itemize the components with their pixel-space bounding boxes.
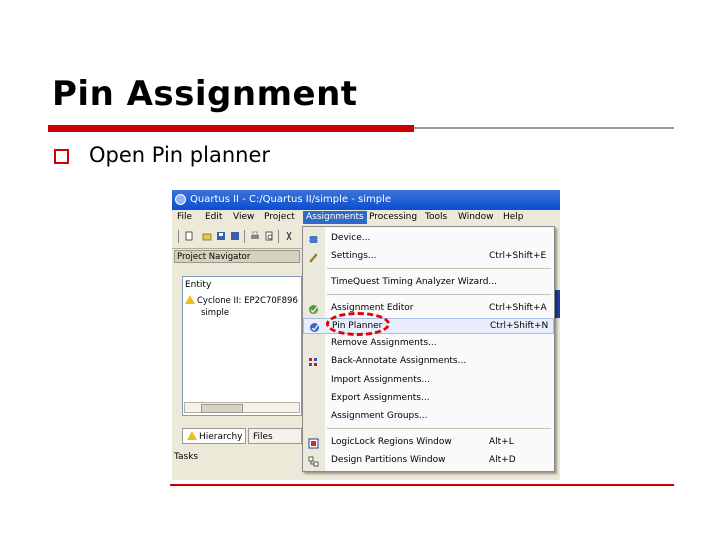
highlight-ellipse-annotation (326, 312, 390, 336)
menu-project[interactable]: Project (264, 212, 295, 222)
menu-file[interactable]: File (177, 212, 192, 222)
menu-bar: File Edit View Project Assignments Proce… (172, 210, 560, 226)
partition-icon (308, 456, 319, 467)
menu-item-label: Design Partitions Window (331, 455, 446, 465)
hierarchy-icon (187, 431, 197, 440)
menu-processing[interactable]: Processing (369, 212, 417, 222)
menu-item-settings[interactable]: Settings... Ctrl+Shift+E (303, 249, 554, 265)
menu-item-label: TimeQuest Timing Analyzer Wizard... (331, 277, 497, 287)
save-all-icon[interactable] (230, 231, 240, 241)
cut-icon[interactable] (284, 231, 294, 241)
navigator-tabs: Hierarchy Files (182, 428, 302, 444)
menu-view[interactable]: View (233, 212, 254, 222)
menu-item-shortcut: Ctrl+Shift+E (489, 251, 547, 261)
menu-item-device[interactable]: Device... (303, 231, 554, 247)
open-folder-icon[interactable] (202, 231, 212, 241)
menu-item-design-partitions[interactable]: Design Partitions Window Alt+D (303, 453, 554, 469)
scrollbar-thumb[interactable] (201, 404, 243, 413)
tree-row-entity[interactable]: simple (201, 308, 229, 318)
assignments-dropdown-menu: Device... Settings... Ctrl+Shift+E TimeQ… (302, 226, 555, 472)
menu-tools[interactable]: Tools (425, 212, 447, 222)
tab-files[interactable]: Files (248, 428, 302, 444)
save-icon[interactable] (216, 231, 226, 241)
slide-title: Pin Assignment (52, 74, 358, 114)
entity-label: simple (201, 308, 230, 318)
title-underline-red (48, 125, 414, 132)
menu-item-label: Remove Assignments... (331, 338, 437, 348)
pencil-icon (309, 253, 318, 263)
print-icon[interactable] (250, 231, 260, 241)
warning-icon (185, 295, 195, 304)
menu-item-shortcut: Alt+L (489, 437, 514, 447)
new-file-icon[interactable] (184, 231, 194, 241)
menu-separator (327, 268, 551, 269)
menu-edit[interactable]: Edit (205, 212, 222, 222)
project-navigator-header: Project Navigator (174, 250, 300, 263)
menu-item-import-assignments[interactable]: Import Assignments... (303, 373, 554, 389)
menu-item-back-annotate[interactable]: Back-Annotate Assignments... (303, 354, 554, 370)
menu-item-shortcut: Alt+D (489, 455, 516, 465)
tab-hierarchy-label: Hierarchy (199, 432, 243, 442)
window-title: Quartus II - C:/Quartus II/simple - simp… (190, 194, 392, 205)
menu-item-shortcut: Ctrl+Shift+A (489, 303, 547, 313)
menu-item-logiclock-regions[interactable]: LogicLock Regions Window Alt+L (303, 435, 554, 451)
menu-item-label: Back-Annotate Assignments... (331, 356, 467, 366)
quartus-app-icon (175, 194, 186, 205)
title-underline-grey (414, 127, 674, 129)
menu-item-timequest-wizard[interactable]: TimeQuest Timing Analyzer Wizard... (303, 275, 554, 291)
bottom-divider-line (170, 484, 674, 486)
menu-help[interactable]: Help (503, 212, 524, 222)
pin-planner-icon (310, 323, 319, 332)
toolbar-separator (178, 230, 179, 243)
print-preview-icon[interactable] (264, 231, 274, 241)
menu-window[interactable]: Window (458, 212, 494, 222)
chip-icon (309, 236, 318, 243)
horizontal-scrollbar[interactable] (184, 402, 300, 413)
bullet-text: Open Pin planner (89, 143, 270, 167)
menu-item-label: Export Assignments... (331, 393, 430, 403)
menu-item-label: LogicLock Regions Window (331, 437, 452, 447)
tab-files-label: Files (253, 432, 273, 442)
window-titlebar: Quartus II - C:/Quartus II/simple - simp… (172, 190, 560, 210)
device-label: Cyclone II: EP2C70F896 (197, 296, 298, 306)
menu-item-shortcut: Ctrl+Shift+N (490, 321, 549, 331)
tasks-label: Tasks (174, 452, 199, 462)
menu-item-label: Import Assignments... (331, 375, 430, 385)
toolbar-separator (278, 230, 279, 243)
toolbar-separator (244, 230, 245, 243)
menu-item-label: Assignment Groups... (331, 411, 428, 421)
annotate-icon (309, 358, 317, 366)
menu-item-label: Assignment Editor (331, 303, 414, 313)
tree-row-device[interactable]: Cyclone II: EP2C70F896 (185, 295, 298, 306)
menu-item-label: Settings... (331, 251, 377, 261)
menu-item-assignment-groups[interactable]: Assignment Groups... (303, 409, 554, 425)
menu-item-export-assignments[interactable]: Export Assignments... (303, 391, 554, 407)
tab-hierarchy[interactable]: Hierarchy (182, 428, 246, 444)
menu-item-remove-assignments[interactable]: Remove Assignments... (303, 336, 554, 352)
menu-assignments[interactable]: Assignments (303, 211, 367, 224)
tasks-panel: Tasks (174, 452, 300, 480)
toolbar (172, 226, 302, 249)
project-navigator-tree: Entity Cyclone II: EP2C70F896 simple (182, 276, 302, 416)
menu-separator (327, 428, 551, 429)
bullet-square-icon (54, 149, 69, 164)
menu-separator (327, 294, 551, 295)
entity-column-header: Entity (185, 280, 212, 290)
menu-item-label: Device... (331, 233, 371, 243)
editor-icon (309, 305, 318, 314)
logiclock-icon (308, 438, 319, 449)
